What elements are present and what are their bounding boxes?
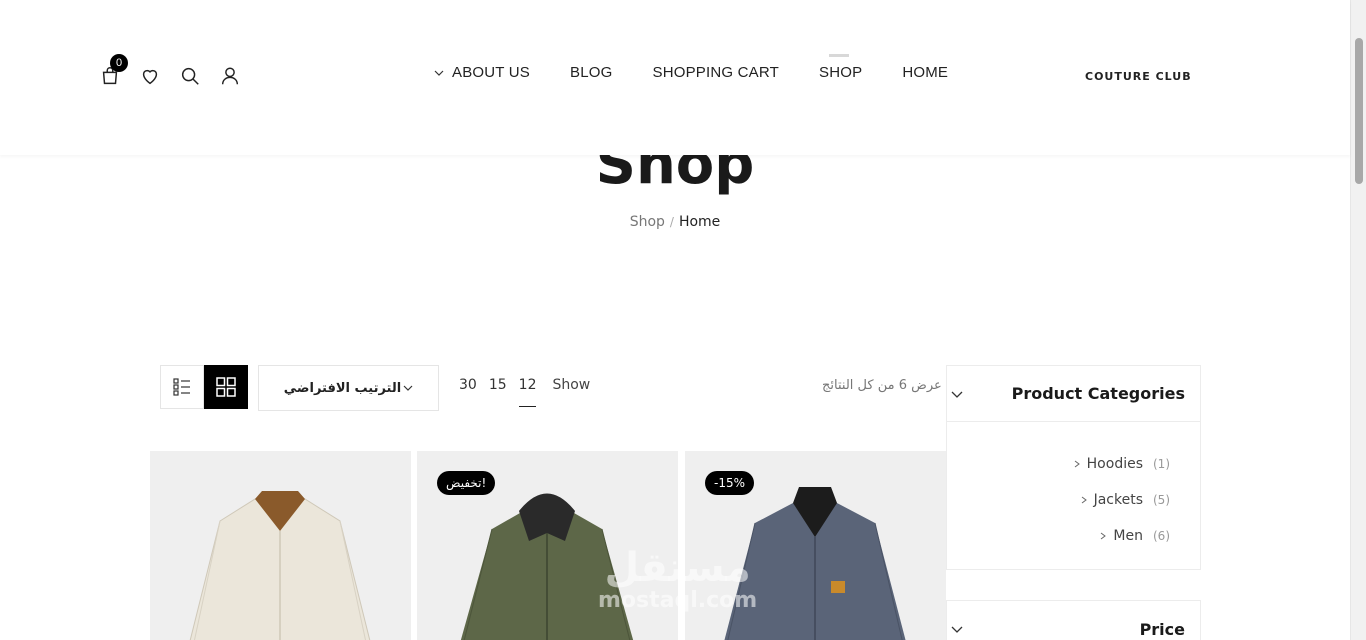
product-image bbox=[189, 491, 371, 640]
account-button[interactable] bbox=[216, 62, 244, 90]
per-page-label: Show bbox=[552, 377, 591, 393]
grid-view-icon bbox=[216, 377, 236, 397]
list-view-button[interactable] bbox=[160, 365, 204, 409]
nav-shopping-cart[interactable]: SHOPPING CART bbox=[653, 64, 780, 81]
breadcrumb-separator: / bbox=[669, 215, 674, 229]
category-name: Men bbox=[1113, 528, 1143, 544]
scrollbar-thumb[interactable] bbox=[1355, 38, 1363, 184]
per-page-option-12[interactable]: 12 bbox=[518, 377, 536, 407]
widget-title: Product Categories bbox=[1011, 384, 1185, 403]
nav-about-us[interactable]: ABOUT US bbox=[434, 64, 530, 81]
breadcrumb-current: Shop bbox=[629, 214, 665, 230]
per-page-option-30[interactable]: 30 bbox=[459, 377, 477, 393]
category-count: (1) bbox=[1153, 457, 1170, 471]
category-count: (5) bbox=[1153, 493, 1170, 507]
category-jackets[interactable]: Jackets (5) bbox=[947, 482, 1200, 518]
search-icon bbox=[181, 67, 199, 85]
main-nav: ABOUT US BLOG SHOPPING CART SHOP HOME bbox=[434, 54, 948, 81]
chevron-right-icon bbox=[1081, 496, 1087, 504]
category-list: Hoodies (1) Jackets (5) Men (6) bbox=[947, 422, 1200, 554]
discount-badge: -15% bbox=[705, 471, 755, 495]
breadcrumb: Shop / Home bbox=[0, 214, 1350, 230]
widget-header[interactable]: Price bbox=[947, 601, 1200, 640]
search-button[interactable] bbox=[176, 62, 204, 90]
sort-select[interactable]: الترتيب الافتراضي bbox=[258, 365, 439, 411]
nav-label: BLOG bbox=[570, 64, 613, 81]
nav-blog[interactable]: BLOG bbox=[570, 64, 612, 81]
site-header: 0 ABOUT US BLOG SHOPPING CART SHOP HOME … bbox=[0, 0, 1350, 155]
grid-view-button[interactable] bbox=[204, 365, 248, 409]
view-toggle bbox=[160, 365, 248, 409]
results-count: عرض 6 من كل النتائج bbox=[822, 378, 942, 393]
breadcrumb-home-link[interactable]: Home bbox=[679, 214, 720, 230]
product-image bbox=[460, 493, 634, 640]
category-men[interactable]: Men (6) bbox=[947, 518, 1200, 554]
chevron-down-icon bbox=[434, 70, 444, 76]
page-scrollbar[interactable] bbox=[1350, 0, 1366, 640]
nav-shop[interactable]: SHOP bbox=[819, 54, 863, 81]
nav-home[interactable]: HOME bbox=[902, 64, 948, 81]
header-actions: 0 bbox=[96, 54, 256, 90]
product-categories-widget: Product Categories Hoodies (1) Jackets (… bbox=[946, 365, 1201, 570]
nav-label: SHOP bbox=[819, 64, 863, 81]
chevron-down-icon bbox=[403, 385, 413, 391]
price-filter-widget: Price bbox=[946, 600, 1201, 640]
product-image bbox=[724, 487, 906, 640]
product-card[interactable]: -15% bbox=[685, 451, 946, 640]
sort-value: الترتيب الافتراضي bbox=[283, 380, 402, 396]
nav-label: HOME bbox=[902, 64, 949, 81]
wishlist-button[interactable] bbox=[136, 62, 164, 90]
per-page-selector: 30 15 12 Show bbox=[459, 377, 591, 407]
chevron-down-icon bbox=[951, 626, 963, 633]
chevron-right-icon bbox=[1074, 460, 1080, 468]
chevron-down-icon bbox=[951, 391, 963, 398]
per-page-option-15[interactable]: 15 bbox=[489, 377, 507, 393]
cart-count-badge: 0 bbox=[110, 54, 128, 72]
user-icon bbox=[221, 67, 239, 85]
chevron-right-icon bbox=[1101, 532, 1107, 540]
list-view-icon bbox=[173, 378, 190, 396]
product-card[interactable] bbox=[150, 451, 411, 640]
product-card[interactable]: تخفيض! bbox=[417, 451, 678, 640]
heart-icon bbox=[142, 69, 158, 85]
widget-title: Price bbox=[1139, 619, 1185, 639]
category-name: Hoodies bbox=[1086, 456, 1143, 472]
category-count: (6) bbox=[1153, 529, 1170, 543]
widget-header[interactable]: Product Categories bbox=[947, 366, 1200, 422]
nav-label: ABOUT US bbox=[452, 64, 531, 81]
site-logo[interactable]: COUTURE CLUB bbox=[1085, 70, 1192, 83]
category-name: Jackets bbox=[1093, 492, 1143, 508]
nav-label: SHOPPING CART bbox=[652, 64, 780, 81]
sale-badge: تخفيض! bbox=[437, 471, 496, 495]
cart-button[interactable]: 0 bbox=[96, 54, 128, 90]
category-hoodies[interactable]: Hoodies (1) bbox=[947, 446, 1200, 482]
